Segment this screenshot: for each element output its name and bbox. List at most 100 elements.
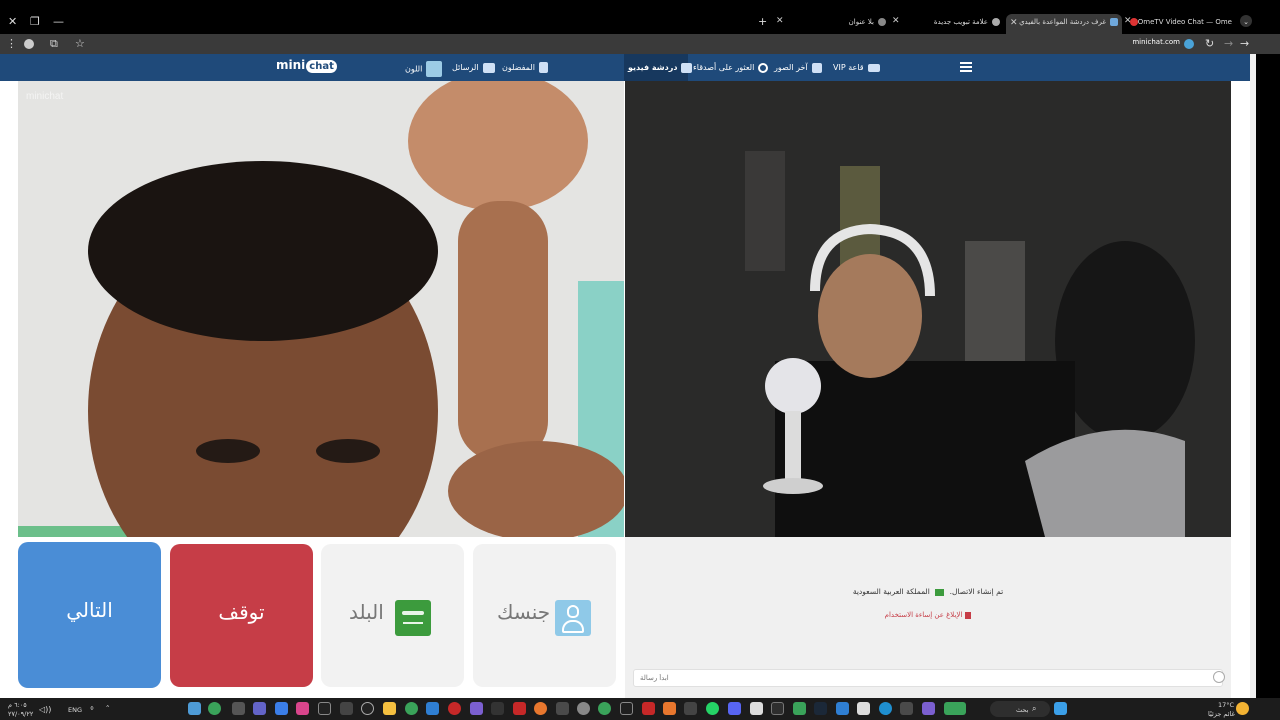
- person-icon: [555, 600, 591, 636]
- hamburger-menu-icon[interactable]: [960, 62, 972, 72]
- report-abuse-link[interactable]: الإبلاغ عن إساءة الاستخدام: [625, 611, 1231, 619]
- mic-icon[interactable]: ⌽: [90, 704, 94, 713]
- address-bar-url[interactable]: minichat.com: [1100, 38, 1180, 46]
- weather-desc[interactable]: غائم جزئيًا: [1208, 710, 1235, 718]
- forward-icon[interactable]: →: [1224, 37, 1233, 51]
- app-icon-23[interactable]: [663, 702, 676, 715]
- app-icon-11[interactable]: [405, 702, 418, 715]
- app-icon-1[interactable]: [188, 702, 201, 715]
- browser-tab-strip: ✕ ❐ — + ⌄ ✕ بلا عنوان ✕ علامة تبويب جديد…: [0, 0, 1280, 34]
- bookmark-star-icon[interactable]: ☆: [75, 37, 85, 51]
- next-button[interactable]: التالي: [18, 542, 161, 688]
- weather-temp[interactable]: 17°C: [1218, 701, 1234, 709]
- nav-find-by-name[interactable]: العثور على أصدقاء: [693, 61, 769, 75]
- palette-icon: [426, 61, 443, 77]
- connected-text: تم إنشاء الاتصال.: [949, 587, 1004, 596]
- steam-icon[interactable]: [814, 702, 827, 715]
- app-icon-7[interactable]: [318, 702, 331, 715]
- xbox-icon[interactable]: [793, 702, 806, 715]
- app-icon-12[interactable]: [426, 702, 439, 715]
- app-icon-18[interactable]: [556, 702, 569, 715]
- edge-icon[interactable]: [879, 702, 892, 715]
- tab-title: علامة تبويب جديدة: [933, 18, 988, 26]
- nav-video-chat[interactable]: دردشة فيديو: [624, 54, 693, 81]
- weather-icon[interactable]: [1236, 702, 1249, 715]
- minichat-logo[interactable]: mini chat: [276, 58, 337, 78]
- logo-bubble: chat: [306, 60, 337, 73]
- tab-untitled[interactable]: ✕ بلا عنوان: [776, 16, 894, 30]
- profile-avatar-icon[interactable]: [24, 39, 34, 49]
- nav-messages[interactable]: الرسائل: [452, 61, 495, 75]
- restore-window-icon[interactable]: ❐: [30, 15, 40, 29]
- extensions-icon[interactable]: ⧉: [50, 37, 58, 51]
- widgets-icon[interactable]: [944, 702, 966, 715]
- stop-button[interactable]: توقف: [170, 544, 313, 687]
- clock-time[interactable]: ٦:٠٥ م: [8, 701, 27, 709]
- reload-icon[interactable]: ↻: [1205, 37, 1214, 51]
- tab-search-icon[interactable]: ⌄: [1240, 15, 1252, 27]
- settings-gear-icon[interactable]: [340, 702, 353, 715]
- app-icon-3[interactable]: [232, 702, 245, 715]
- nav-label: دردشة فيديو: [628, 63, 678, 72]
- gender-filter-button[interactable]: جنسك: [473, 544, 616, 687]
- app-icon-9[interactable]: [361, 702, 374, 715]
- taskbar-search[interactable]: ⌕ بحث: [990, 701, 1050, 717]
- self-video: [625, 81, 1231, 537]
- tab-close-icon[interactable]: ✕: [892, 16, 900, 26]
- instagram-icon[interactable]: [296, 702, 309, 715]
- app-icon-19[interactable]: [577, 702, 590, 715]
- clock-date[interactable]: ٢٧/٠٩/٢٢: [8, 710, 33, 718]
- stranger-video: minichat: [18, 81, 624, 537]
- nav-vip[interactable]: قاعة VIP: [833, 61, 880, 75]
- new-tab-button[interactable]: +: [758, 15, 767, 29]
- file-explorer-icon[interactable]: [383, 702, 396, 715]
- app-icon-31[interactable]: [836, 702, 849, 715]
- app-icon-21[interactable]: [620, 702, 633, 715]
- tray-chevron-icon[interactable]: ⌃: [105, 704, 110, 712]
- input-language[interactable]: ENG: [68, 706, 82, 714]
- nav-latest-photos[interactable]: آخر الصور: [774, 61, 822, 75]
- tab-new-tab[interactable]: ✕ علامة تبويب جديدة: [892, 16, 1004, 30]
- speaker-icon[interactable]: ◁)): [39, 705, 51, 714]
- app-icon-15[interactable]: [491, 702, 504, 715]
- tab-close-icon[interactable]: ✕: [1010, 18, 1018, 28]
- start-windows-icon[interactable]: [1054, 702, 1067, 715]
- chrome-icon[interactable]: [208, 702, 221, 715]
- app-icon-5[interactable]: [275, 702, 288, 715]
- app-icon-27[interactable]: [750, 702, 763, 715]
- app-icon-17[interactable]: [534, 702, 547, 715]
- app-icon-13[interactable]: [448, 702, 461, 715]
- close-window-icon[interactable]: ✕: [8, 15, 17, 29]
- nav-favorites[interactable]: المفضلون: [502, 61, 548, 75]
- app-icon-35[interactable]: [922, 702, 935, 715]
- app-icon-16[interactable]: [513, 702, 526, 715]
- nav-label: اللون: [405, 64, 423, 74]
- tab-title: OmeTV Video Chat — Ome: [1137, 18, 1232, 26]
- discord-icon[interactable]: [728, 702, 741, 715]
- nav-color[interactable]: اللون: [405, 61, 443, 77]
- minimize-window-icon[interactable]: —: [53, 15, 64, 29]
- menu-dots-icon[interactable]: ⋮: [6, 37, 17, 51]
- chat-message-input[interactable]: [633, 669, 1223, 687]
- teams-icon[interactable]: [253, 702, 266, 715]
- emoji-icon[interactable]: [1213, 671, 1225, 683]
- search-label: بحث: [1016, 706, 1029, 714]
- app-icon-24[interactable]: [684, 702, 697, 715]
- tab-ometv[interactable]: ✕ OmeTV Video Chat — Ome: [1124, 16, 1236, 30]
- store-icon[interactable]: [857, 702, 870, 715]
- report-text: الإبلاغ عن إساءة الاستخدام: [884, 611, 963, 619]
- tab-minichat[interactable]: ✕ غرف دردشة المواعدة بالفيدي: [1006, 14, 1122, 34]
- app-icon-20[interactable]: [598, 702, 611, 715]
- browser-toolbar: ⋮ ⧉ ☆ minichat.com ↻ → →: [0, 34, 1280, 54]
- back-icon[interactable]: →: [1240, 37, 1249, 51]
- country-filter-button[interactable]: البلد: [321, 544, 464, 687]
- app-icon-14[interactable]: [470, 702, 483, 715]
- whatsapp-icon[interactable]: [706, 702, 719, 715]
- nav-label: آخر الصور: [774, 63, 808, 72]
- self-video-frame: [625, 81, 1231, 537]
- tab-close-icon[interactable]: ✕: [776, 16, 784, 26]
- app-icon-28[interactable]: [771, 702, 784, 715]
- app-icon-22[interactable]: [642, 702, 655, 715]
- app-icon-34[interactable]: [900, 702, 913, 715]
- site-info-icon[interactable]: [1184, 39, 1194, 49]
